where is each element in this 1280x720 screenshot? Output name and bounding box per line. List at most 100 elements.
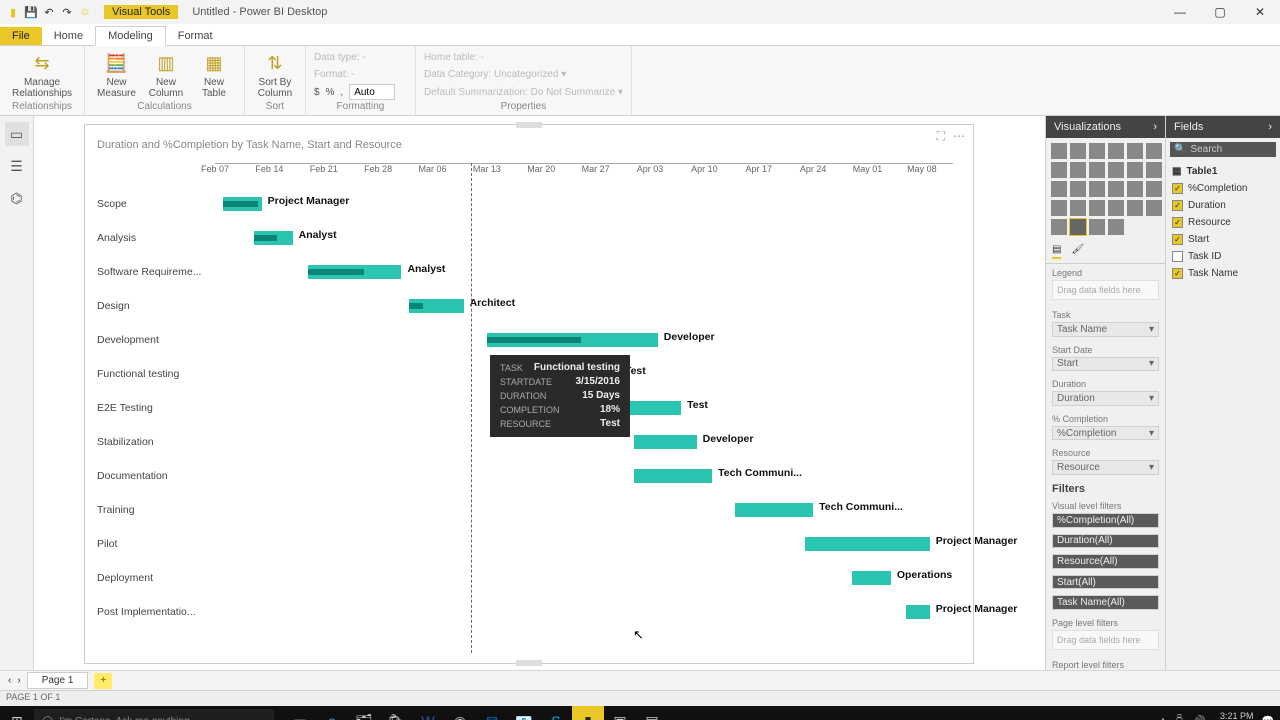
tab-modeling[interactable]: Modeling: [95, 26, 166, 46]
default-summarization-label[interactable]: Default Summarization: Do Not Summarize …: [424, 87, 623, 98]
field-resource[interactable]: ✓Resource: [1166, 214, 1280, 231]
checkbox-icon[interactable]: [1172, 251, 1183, 262]
volume-icon[interactable]: 🔊: [1193, 716, 1205, 720]
viz-type-25[interactable]: [1070, 219, 1086, 235]
viz-type-12[interactable]: [1051, 181, 1067, 197]
gantt-bar[interactable]: [906, 605, 929, 619]
viz-type-0[interactable]: [1051, 143, 1067, 159]
chrome-icon[interactable]: ◉: [444, 706, 476, 720]
tab-file[interactable]: File: [0, 27, 42, 45]
tray-up-icon[interactable]: ˄: [1160, 716, 1166, 720]
minimize-button[interactable]: —: [1160, 0, 1200, 24]
cortana-search[interactable]: ◯ I'm Cortana. Ask me anything.: [34, 709, 274, 720]
well-resource[interactable]: Resource▾: [1052, 460, 1159, 475]
viz-type-17[interactable]: [1146, 181, 1162, 197]
report-view-icon[interactable]: ▭: [5, 122, 29, 146]
viz-type-1[interactable]: [1070, 143, 1086, 159]
viz-type-11[interactable]: [1146, 162, 1162, 178]
field-start[interactable]: ✓Start: [1166, 231, 1280, 248]
checkbox-icon[interactable]: ✓: [1172, 234, 1183, 245]
field--completion[interactable]: ✓%Completion: [1166, 180, 1280, 197]
viz-type-21[interactable]: [1108, 200, 1124, 216]
viz-type-24[interactable]: [1051, 219, 1067, 235]
comma-icon[interactable]: ,: [340, 87, 343, 98]
well-task[interactable]: Task Name▾: [1052, 322, 1159, 337]
store-icon[interactable]: 🛍: [380, 706, 412, 720]
viz-type-8[interactable]: [1089, 162, 1105, 178]
gantt-bar[interactable]: [223, 197, 262, 211]
new-column-button[interactable]: ▥New Column: [144, 49, 188, 101]
gantt-bar[interactable]: [805, 537, 929, 551]
gantt-bar[interactable]: [308, 265, 401, 279]
skype-icon[interactable]: S: [540, 706, 572, 720]
viz-type-6[interactable]: [1051, 162, 1067, 178]
app-icon-2[interactable]: ▤: [636, 706, 668, 720]
viz-type-22[interactable]: [1127, 200, 1143, 216]
resize-handle-bottom[interactable]: [516, 660, 542, 666]
page-filters-drop[interactable]: Drag data fields here: [1052, 630, 1159, 650]
field-task-id[interactable]: Task ID: [1166, 248, 1280, 265]
format-tab-icon[interactable]: 🖌: [1071, 244, 1084, 259]
filter-start[interactable]: Start(All): [1052, 575, 1159, 590]
notifications-icon[interactable]: 💬: [1262, 716, 1274, 720]
word-icon[interactable]: W: [412, 706, 444, 720]
fields-tab-icon[interactable]: ▤: [1052, 244, 1061, 259]
start-button[interactable]: ⊞: [0, 706, 34, 720]
filter-duration[interactable]: Duration(All): [1052, 534, 1159, 549]
filter-completion[interactable]: %Completion(All): [1052, 513, 1159, 528]
viz-type-9[interactable]: [1108, 162, 1124, 178]
add-page-button[interactable]: +: [94, 673, 112, 689]
viz-type-15[interactable]: [1108, 181, 1124, 197]
viz-type-3[interactable]: [1108, 143, 1124, 159]
app-icon-1[interactable]: ▣: [604, 706, 636, 720]
fields-header[interactable]: Fields›: [1166, 116, 1280, 138]
table-node[interactable]: ▦ Table1: [1166, 163, 1280, 180]
network-icon[interactable]: 🖧: [1174, 713, 1185, 720]
clock[interactable]: 3:21 PM 5/31/2016: [1214, 711, 1254, 720]
gantt-bar[interactable]: [634, 469, 712, 483]
viz-type-18[interactable]: [1051, 200, 1067, 216]
maximize-button[interactable]: ▢: [1200, 0, 1240, 24]
viz-type-14[interactable]: [1089, 181, 1105, 197]
sort-by-column-button[interactable]: ⇅Sort By Column: [253, 49, 297, 101]
viz-type-10[interactable]: [1127, 162, 1143, 178]
resize-handle-top[interactable]: [516, 122, 542, 128]
next-page-icon[interactable]: ›: [17, 675, 20, 686]
new-table-button[interactable]: ▦New Table: [192, 49, 236, 101]
data-category-label[interactable]: Data Category: Uncategorized ▾: [424, 69, 566, 80]
field-task-name[interactable]: ✓Task Name: [1166, 265, 1280, 282]
well-duration[interactable]: Duration▾: [1052, 391, 1159, 406]
model-view-icon[interactable]: ⌬: [5, 186, 29, 210]
page-tab-1[interactable]: Page 1: [27, 672, 89, 689]
visualizations-header[interactable]: Visualizations›: [1046, 116, 1165, 138]
filter-resource[interactable]: Resource(All): [1052, 554, 1159, 569]
new-measure-button[interactable]: 🧮New Measure: [93, 49, 140, 101]
well-completion[interactable]: %Completion▾: [1052, 426, 1159, 441]
gantt-bar[interactable]: [254, 231, 293, 245]
redo-icon[interactable]: ↷: [60, 5, 74, 19]
viz-type-13[interactable]: [1070, 181, 1086, 197]
more-options-icon[interactable]: ⋯: [953, 129, 965, 144]
viz-type-16[interactable]: [1127, 181, 1143, 197]
data-view-icon[interactable]: ☰: [5, 154, 29, 178]
tab-format[interactable]: Format: [166, 27, 225, 45]
edge-icon[interactable]: e: [316, 706, 348, 720]
percent-icon[interactable]: %: [326, 87, 335, 98]
outlook-icon[interactable]: ✉: [476, 706, 508, 720]
close-button[interactable]: ✕: [1240, 0, 1280, 24]
viz-type-5[interactable]: [1146, 143, 1162, 159]
decimal-places-input[interactable]: [349, 84, 395, 100]
filter-taskname[interactable]: Task Name(All): [1052, 595, 1159, 610]
manage-relationships-button[interactable]: ⇆ Manage Relationships: [8, 49, 76, 101]
focus-mode-icon[interactable]: ⛶: [937, 129, 945, 144]
viz-type-26[interactable]: [1089, 219, 1105, 235]
tab-home[interactable]: Home: [42, 27, 95, 45]
visualization-gallery[interactable]: [1046, 138, 1165, 240]
visual-container[interactable]: Duration and %Completion by Task Name, S…: [84, 124, 974, 664]
undo-icon[interactable]: ↶: [42, 5, 56, 19]
viz-type-2[interactable]: [1089, 143, 1105, 159]
fields-search[interactable]: 🔍 Search: [1170, 142, 1276, 157]
currency-icon[interactable]: $: [314, 87, 320, 98]
checkbox-icon[interactable]: ✓: [1172, 183, 1183, 194]
viz-type-20[interactable]: [1089, 200, 1105, 216]
